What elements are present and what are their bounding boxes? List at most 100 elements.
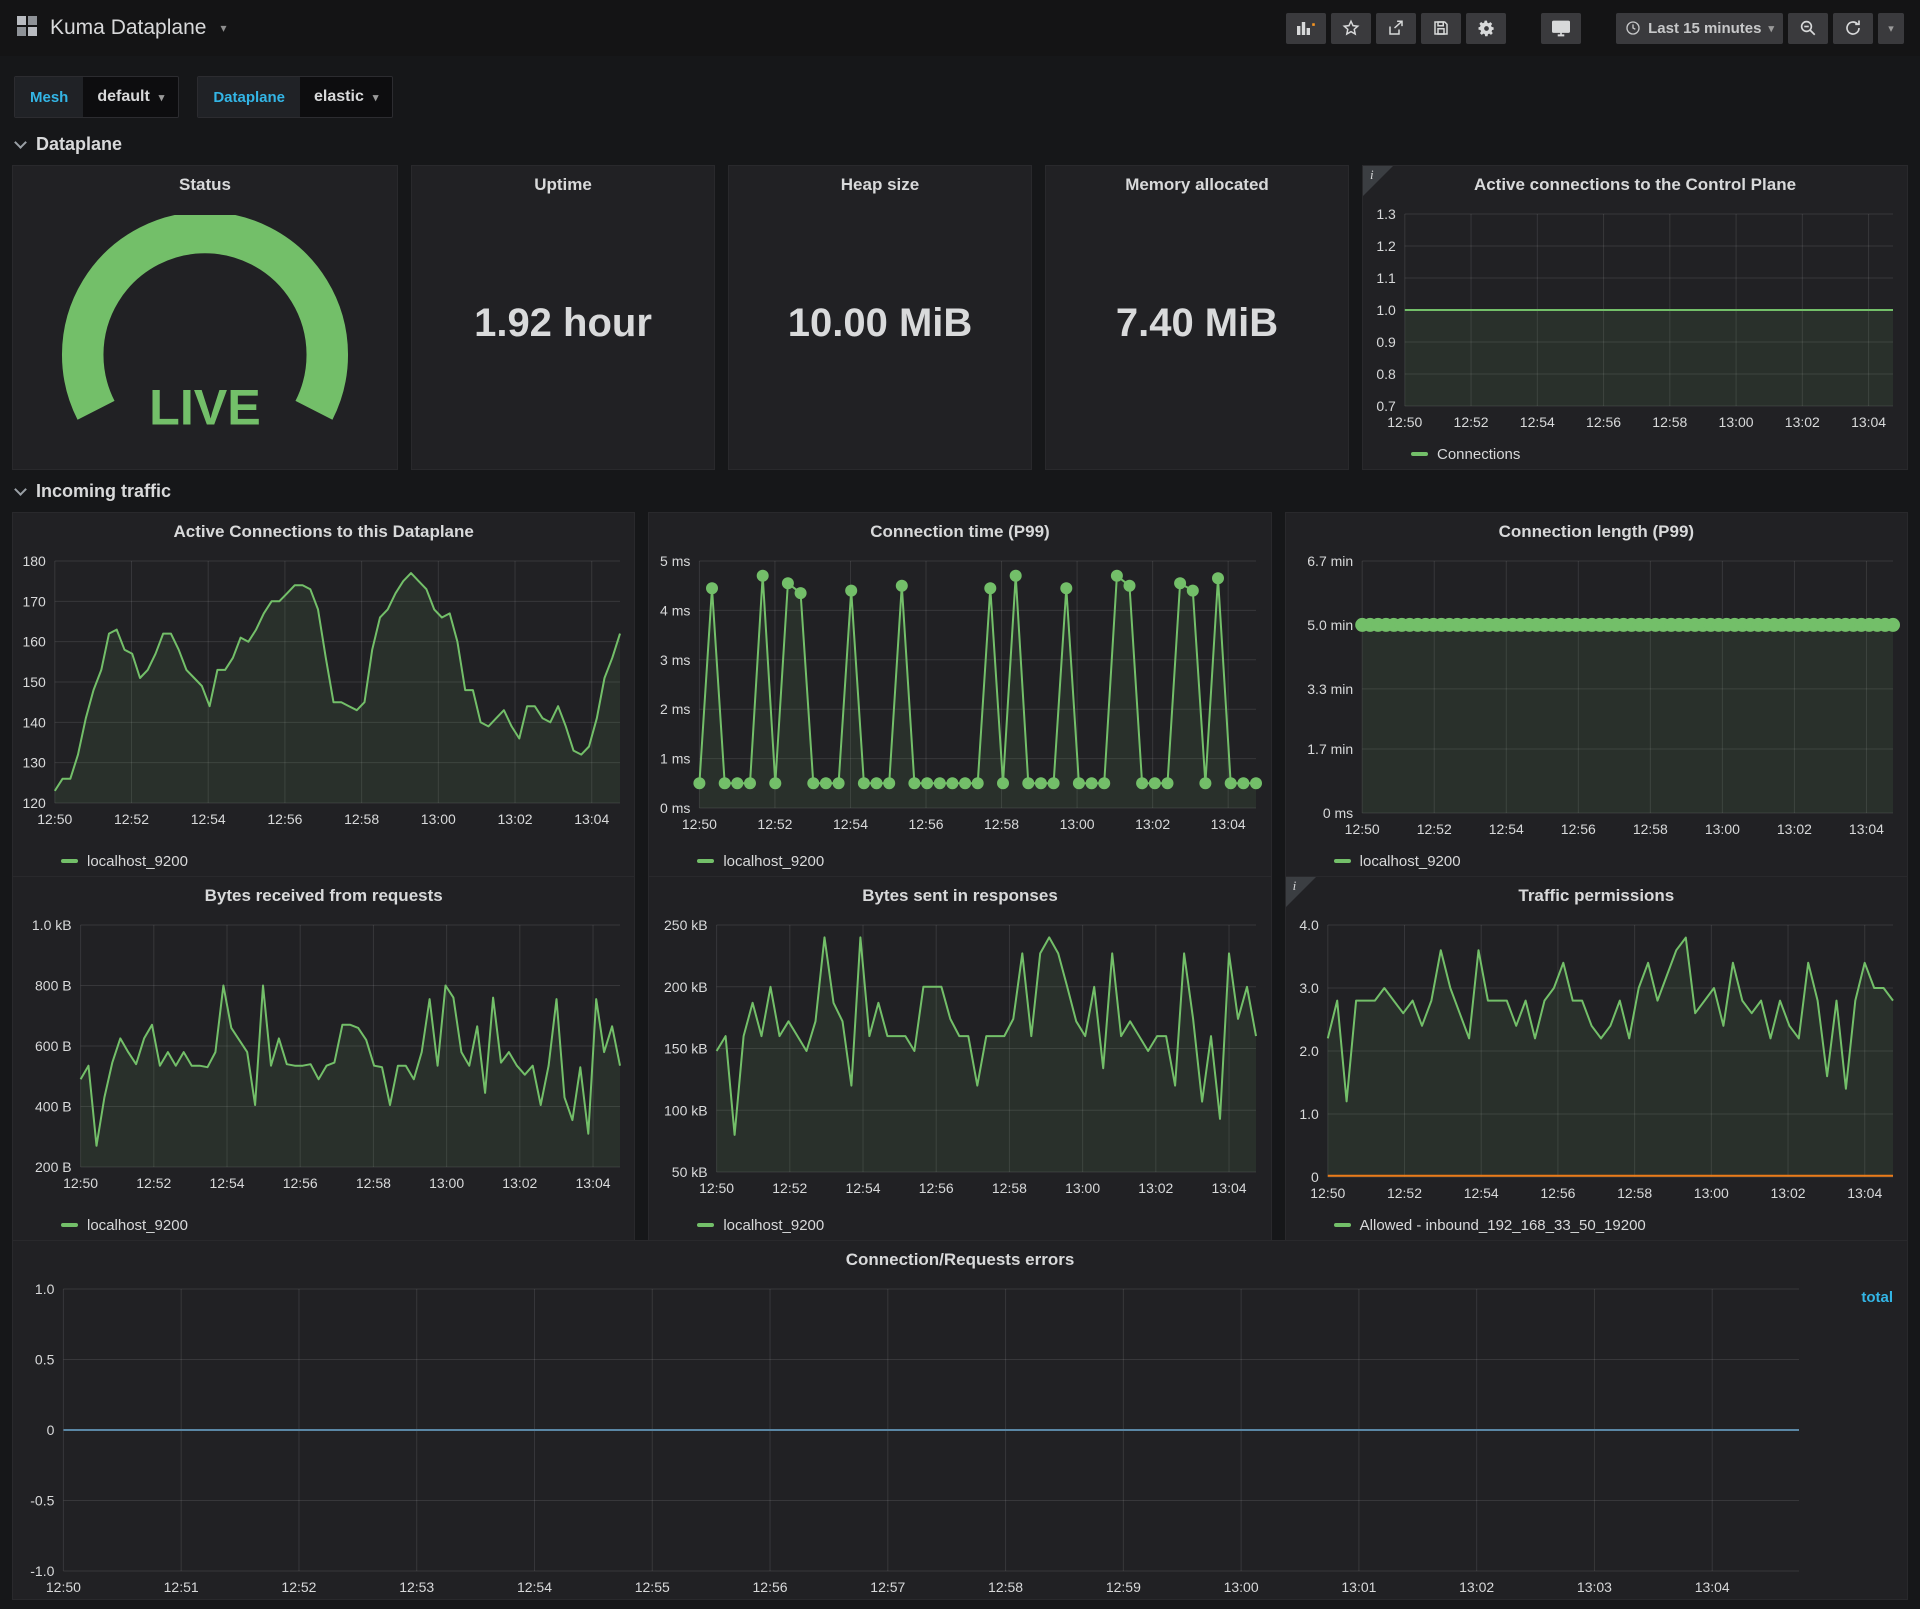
svg-text:12:57: 12:57 [870,1579,905,1595]
svg-text:3.0: 3.0 [1299,980,1319,996]
mesh-variable-value[interactable]: default [97,88,149,106]
refresh-button[interactable] [1833,12,1873,44]
section-title: Incoming traffic [36,481,172,501]
connection-time-chart[interactable]: 12:50 12:52 12:54 12:56 12:58 13:00 13:02 13:04… [649,551,1270,846]
dashboards-grid-icon[interactable] [16,15,38,42]
panel-title[interactable]: Connection time (P99) [649,513,1270,551]
svg-text:12:51: 12:51 [164,1579,199,1595]
chevron-down-icon [14,483,27,496]
panel-title[interactable]: Connection length (P99) [1286,513,1907,551]
svg-text:0.7: 0.7 [1376,398,1396,414]
svg-text:150 kB: 150 kB [664,1041,708,1057]
panel-title[interactable]: Memory allocated [1046,166,1348,204]
svg-text:1.0: 1.0 [1376,302,1396,318]
control-plane-connections-chart[interactable]: 12:50 12:52 12:54 12:56 12:58 13:00 13:02 13:04… [1363,204,1907,439]
svg-text:2 ms: 2 ms [660,701,690,717]
svg-text:12:54: 12:54 [209,1175,244,1191]
svg-text:1.0: 1.0 [35,1281,55,1297]
legend-item[interactable]: localhost_9200 [13,846,634,876]
errors-chart[interactable]: 12:50 12:51 12:52 12:53 12:54 12:55 12:56 12:57… [13,1279,1907,1599]
time-range-picker[interactable]: Last 15 minutes ▾ [1616,12,1783,44]
dataplane-variable-dropdown[interactable]: Dataplane elastic ▾ [197,76,394,118]
legend-item[interactable]: localhost_9200 [649,846,1270,876]
dashboard-title[interactable]: Kuma Dataplane [50,16,206,40]
series-color-dash [1411,452,1428,456]
add-panel-button[interactable] [1286,12,1327,44]
svg-text:50 kB: 50 kB [672,1164,708,1180]
svg-text:12:56: 12:56 [753,1579,788,1595]
save-button[interactable] [1421,12,1462,44]
bytes-sent-chart[interactable]: 12:50 12:52 12:54 12:56 12:58 13:00 13:02 13:04… [649,915,1270,1210]
legend-item[interactable]: localhost_9200 [13,1210,634,1240]
chevron-down-icon [14,136,27,149]
panel-info-icon[interactable] [1285,877,1316,907]
panel-title[interactable]: Uptime [412,166,714,204]
svg-text:12:50: 12:50 [1387,414,1422,430]
svg-text:250 kB: 250 kB [664,917,708,933]
svg-text:12:54: 12:54 [846,1180,881,1196]
svg-text:13:02: 13:02 [1135,816,1170,832]
svg-text:13:00: 13:00 [1693,1185,1728,1201]
dashboard-title-caret-icon[interactable]: ▾ [220,21,226,35]
zoom-out-button[interactable] [1788,12,1828,44]
legend-label: localhost_9200 [723,1216,825,1234]
svg-text:200 kB: 200 kB [664,979,708,995]
row-header-dataplane[interactable]: Dataplane [14,134,1904,155]
dataplane-variable-value[interactable]: elastic [314,88,364,106]
mesh-variable-dropdown[interactable]: Mesh default ▾ [14,76,180,118]
svg-text:12:58: 12:58 [992,1180,1027,1196]
star-button[interactable] [1331,12,1372,44]
legend-item[interactable]: Allowed - inbound_192_168_33_50_19200 [1286,1210,1907,1240]
panel-title[interactable]: Traffic permissions [1286,877,1907,915]
svg-text:12:54: 12:54 [517,1579,552,1595]
svg-text:170: 170 [22,593,46,609]
svg-text:12:56: 12:56 [267,811,302,827]
svg-text:12:50: 12:50 [1344,821,1379,837]
time-range-caret-icon: ▾ [1768,22,1774,35]
panel-info-icon[interactable] [1363,166,1393,196]
legend-item[interactable]: localhost_9200 [649,1210,1270,1240]
legend-item-total[interactable]: total [1861,1289,1893,1306]
legend-label: localhost_9200 [87,1216,188,1234]
svg-text:12:52: 12:52 [281,1579,316,1595]
svg-text:13:04: 13:04 [1695,1579,1730,1595]
svg-text:13:04: 13:04 [576,1175,611,1191]
active-connections-chart[interactable]: 12:50 12:52 12:54 12:56 12:58 13:00 13:02 13:04… [13,551,634,846]
panel-title[interactable]: Active connections to the Control Plane [1363,166,1907,204]
svg-text:12:58: 12:58 [984,816,1019,832]
legend-label: localhost_9200 [87,852,188,870]
legend-item[interactable]: localhost_9200 [1286,846,1907,876]
share-button[interactable] [1376,12,1417,44]
panel-active-connections-control-plane: i Active connections to the Control Plan… [1362,165,1908,470]
svg-text:5 ms: 5 ms [660,553,690,569]
connection-length-chart[interactable]: 12:50 12:52 12:54 12:56 12:58 13:00 13:02 13:04… [1286,551,1907,846]
panel-title[interactable]: Connection/Requests errors [13,1241,1907,1279]
incoming-traffic-row-2: Bytes received from requests 12:50 12:52 1… [12,876,1908,1241]
row-header-incoming-traffic[interactable]: Incoming traffic [14,481,1904,502]
panel-title[interactable]: Heap size [729,166,1031,204]
panel-title[interactable]: Bytes sent in responses [649,877,1270,915]
panel-title[interactable]: Bytes received from requests [13,877,634,915]
series-color-dash [697,859,715,863]
svg-text:12:54: 12:54 [1488,821,1523,837]
svg-text:12:58: 12:58 [1632,821,1667,837]
settings-gear-button[interactable] [1466,12,1507,44]
svg-text:12:50: 12:50 [46,1579,81,1595]
bytes-received-chart[interactable]: 12:50 12:52 12:54 12:56 12:58 13:00 13:02 13:04… [13,915,634,1210]
gauge-value: LIVE [149,379,261,435]
navbar: Kuma Dataplane ▾ Last 15 minutes ▾ ▾ [0,0,1920,56]
panel-title[interactable]: Active Connections to this Dataplane [13,513,634,551]
svg-text:12:50: 12:50 [37,811,72,827]
legend-item[interactable]: Connections [1363,439,1907,469]
time-range-label: Last 15 minutes [1648,19,1762,37]
traffic-permissions-chart[interactable]: 12:50 12:52 12:54 12:56 12:58 13:00 13:02 13:04… [1286,915,1907,1210]
svg-text:12:58: 12:58 [1617,1185,1652,1201]
refresh-interval-caret[interactable]: ▾ [1878,12,1904,44]
tv-cycle-view-button[interactable] [1541,12,1582,44]
svg-text:12:56: 12:56 [1540,1185,1575,1201]
svg-text:12:50: 12:50 [682,816,717,832]
svg-text:-1.0: -1.0 [30,1563,54,1579]
svg-text:13:02: 13:02 [498,811,533,827]
legend-label: localhost_9200 [723,852,825,870]
panel-title[interactable]: Status [13,166,397,204]
